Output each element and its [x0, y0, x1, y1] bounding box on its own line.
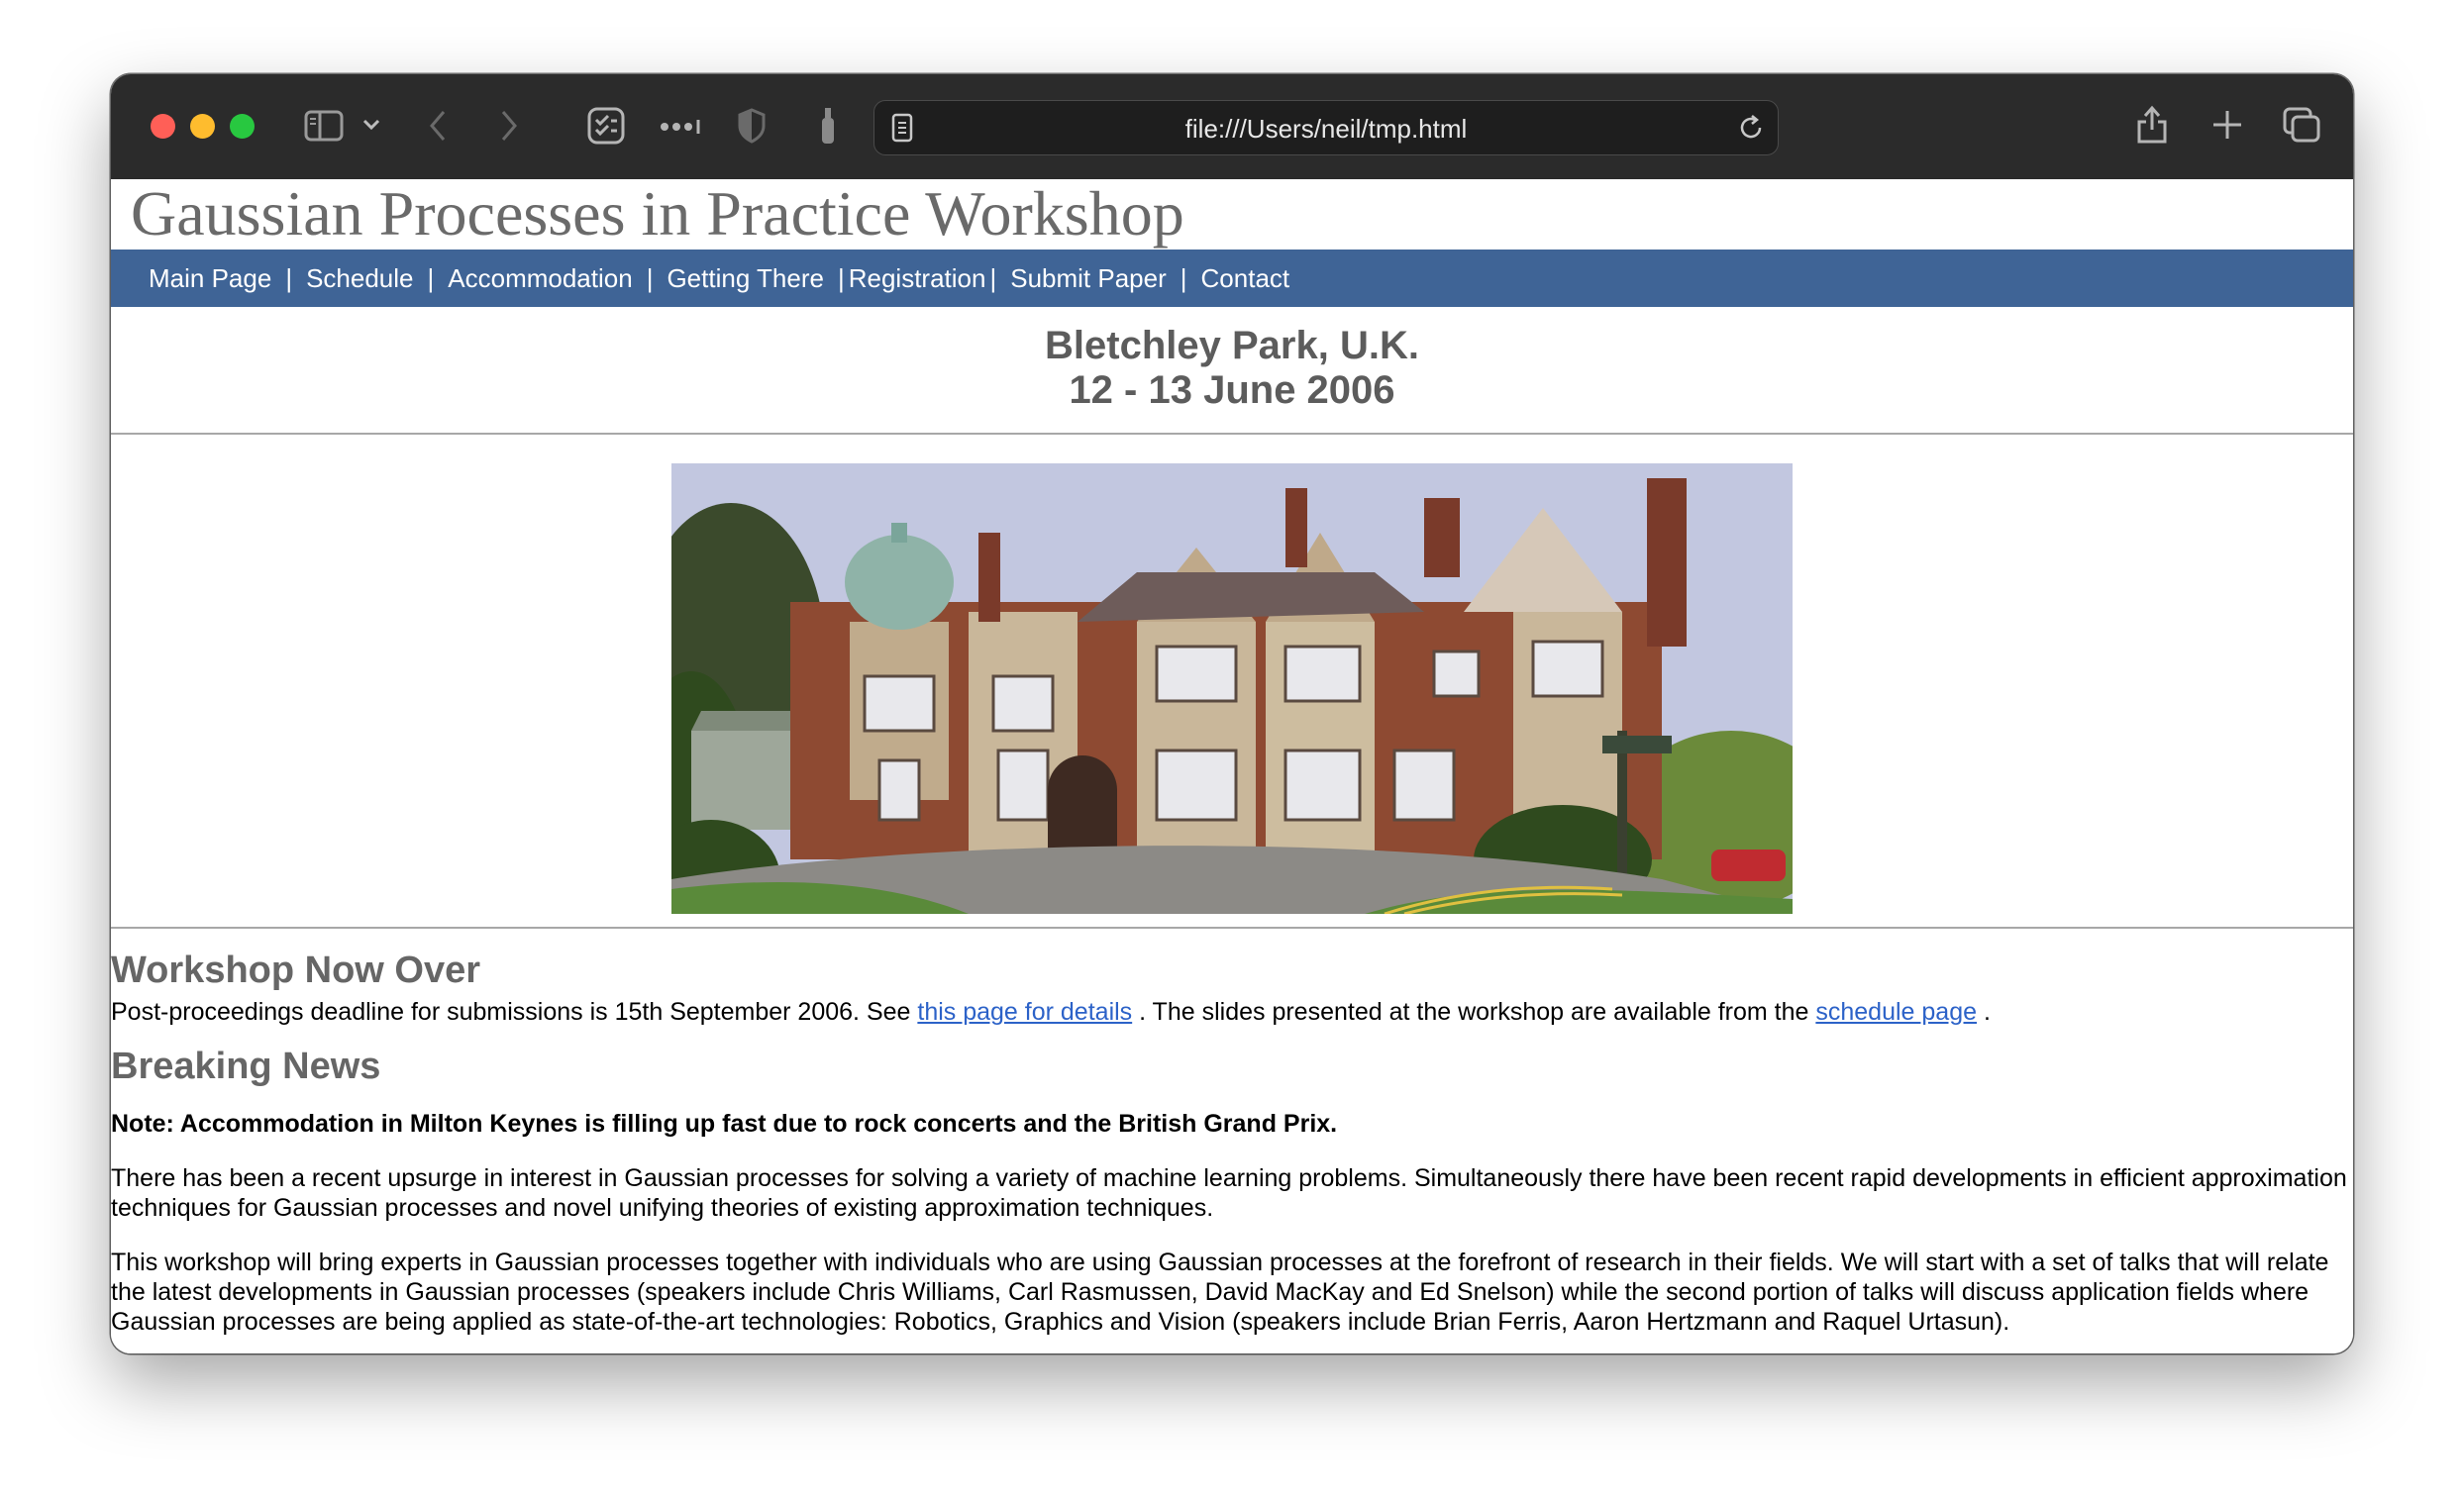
new-tab-icon[interactable] [2210, 108, 2244, 147]
nav-separator: | [989, 263, 997, 293]
reader-checklist-icon[interactable] [586, 106, 626, 150]
workshop-description-paragraph: This workshop will bring experts in Gaus… [111, 1249, 2329, 1336]
browser-toolbar: file:///Users/neil/tmp.html [111, 74, 2353, 180]
schedule-page-link[interactable]: schedule page [1815, 998, 1977, 1026]
breaking-news-heading: Breaking News [111, 1046, 381, 1087]
address-bar[interactable]: file:///Users/neil/tmp.html [873, 100, 1779, 155]
nav-bar: Main Page | Schedule | Accommodation | Getting… [111, 250, 2353, 307]
tab-overview-icon[interactable] [2282, 106, 2321, 149]
bottle-extension-icon[interactable] [820, 106, 836, 150]
nav-link-accommodation[interactable]: Accommodation [448, 263, 632, 293]
nav-separator: | [646, 263, 654, 293]
nav-separator: | [1180, 263, 1187, 293]
workshop-over-heading: Workshop Now Over [111, 950, 481, 991]
zoom-window-button[interactable] [230, 114, 255, 139]
proceedings-paragraph: Post-proceedings deadline for submission… [111, 997, 2347, 1027]
nav-link-submit-paper[interactable]: Submit Paper [1010, 263, 1167, 293]
paragraph-text: Post-proceedings deadline for submission… [111, 998, 918, 1026]
nav-link-getting-there[interactable]: Getting There [667, 263, 824, 293]
url-text[interactable]: file:///Users/neil/tmp.html [874, 114, 1778, 145]
divider [111, 433, 2353, 435]
paragraph-text: . The slides presented at the workshop a… [1132, 998, 1816, 1026]
web-page: Gaussian Processes in Practice Workshop … [111, 178, 2353, 1353]
chevron-down-icon[interactable] [362, 118, 380, 137]
sidebar-toggle-icon[interactable] [304, 108, 344, 149]
accommodation-note: Note: Accommodation in Milton Keynes is … [111, 1110, 1338, 1138]
nav-link-schedule[interactable]: Schedule [306, 263, 413, 293]
bletchley-park-mansion-photo [671, 463, 1793, 914]
venue-location: Bletchley Park, U.K. [1045, 324, 1419, 367]
more-options-icon[interactable] [660, 120, 701, 139]
privacy-shield-icon[interactable] [737, 108, 767, 149]
nav-link-main-page[interactable]: Main Page [149, 263, 271, 293]
close-window-button[interactable] [151, 114, 175, 139]
intro-paragraph: There has been a recent upsurge in inter… [111, 1164, 2347, 1222]
paragraph-text: . [1977, 998, 1991, 1026]
nav-link-registration[interactable]: Registration [849, 263, 986, 293]
nav-separator: | [427, 263, 435, 293]
nav-separator: | [285, 263, 293, 293]
nav-link-contact[interactable]: Contact [1201, 263, 1290, 293]
nav-separator: | [837, 263, 845, 293]
share-icon[interactable] [2135, 104, 2169, 150]
details-link[interactable]: this page for details [917, 998, 1132, 1026]
back-icon[interactable] [428, 109, 448, 148]
site-title: Gaussian Processes in Practice Workshop [131, 178, 1184, 249]
reload-icon[interactable] [1736, 113, 1766, 148]
forward-icon[interactable] [499, 109, 519, 148]
minimize-window-button[interactable] [190, 114, 215, 139]
browser-window: file:///Users/neil/tmp.html Gaussian Pro… [111, 74, 2353, 1353]
divider [111, 927, 2353, 929]
venue-dates: 12 - 13 June 2006 [1069, 368, 1395, 412]
